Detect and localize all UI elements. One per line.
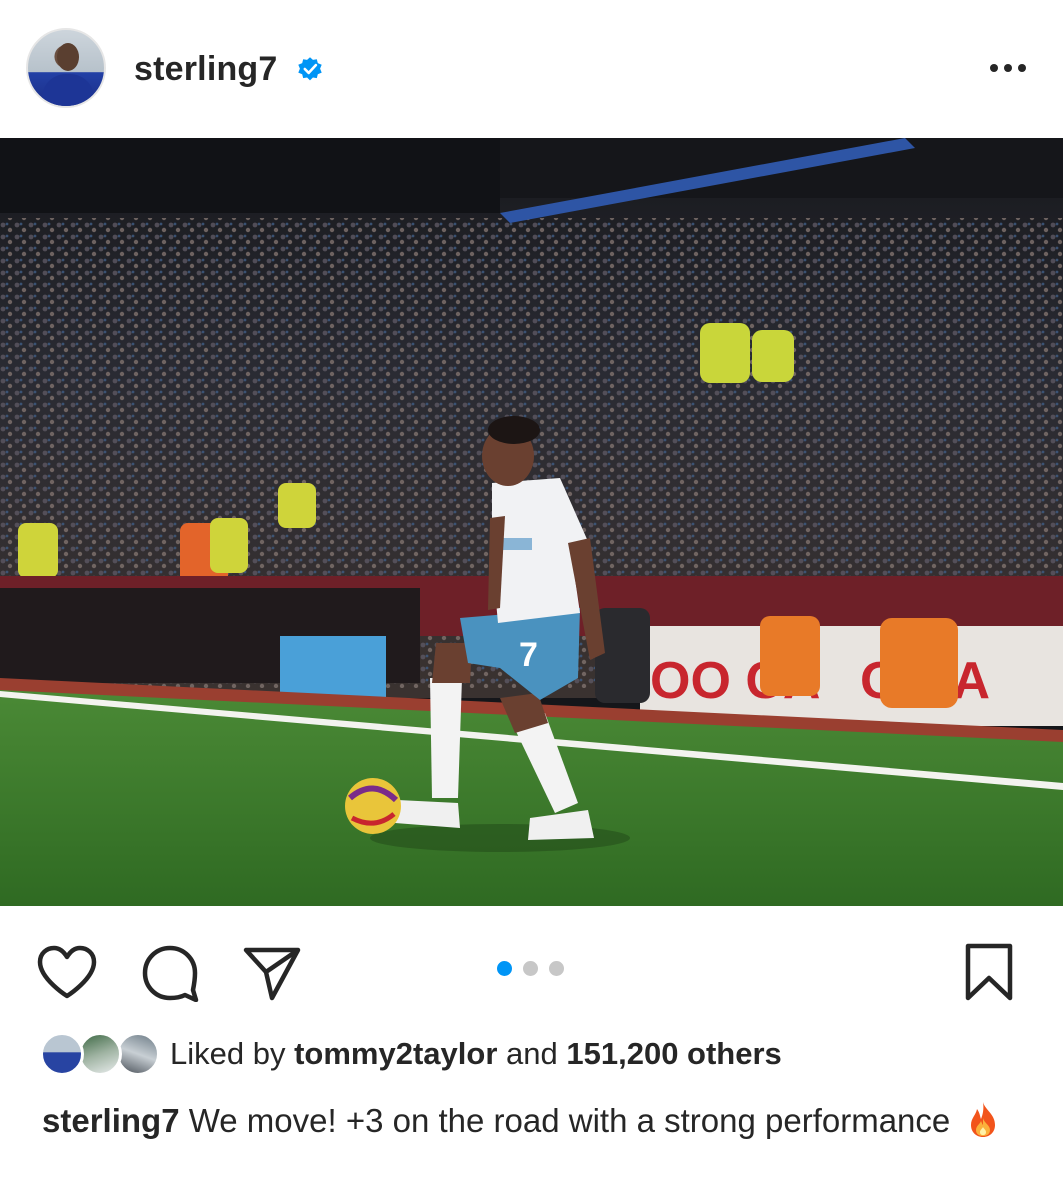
liker-avatar-2[interactable]	[78, 1032, 122, 1076]
likes-prefix: Liked by	[170, 1036, 286, 1071]
username-link[interactable]: sterling7	[134, 50, 278, 89]
football-player-photo: OO CA O CA 7	[0, 138, 1063, 906]
shorts-number: 7	[519, 636, 538, 674]
caption-username-link[interactable]: sterling7	[42, 1102, 180, 1139]
bookmark-outline-icon[interactable]	[964, 942, 1014, 1002]
likes-text: Liked by tommy2taylor and 151,200 others	[170, 1036, 782, 1072]
carousel-dot-1[interactable]	[497, 961, 512, 976]
liked-by-user-link[interactable]: tommy2taylor	[294, 1036, 497, 1071]
instagram-post: sterling7 OO CA 7 Liked by tommy2taylor …	[0, 0, 1063, 1200]
carousel-dot-3[interactable]	[549, 961, 564, 976]
carousel-dot-2[interactable]	[523, 961, 538, 976]
verified-badge-icon	[298, 57, 322, 81]
post-actions	[0, 906, 1063, 1026]
liker-avatar-3[interactable]	[116, 1032, 160, 1076]
post-caption: sterling7 We move! +3 on the road with a…	[42, 1100, 1022, 1142]
carousel-indicator	[497, 961, 569, 977]
post-photo[interactable]: OO CA O CA 7	[0, 138, 1063, 906]
caption-text: We move! +3 on the road with a strong pe…	[188, 1102, 951, 1139]
liker-avatar-1[interactable]	[40, 1032, 84, 1076]
avatar-head	[57, 43, 79, 71]
likes-conjunction: and	[506, 1036, 558, 1071]
comment-bubble-icon[interactable]	[141, 944, 199, 1002]
fire-emoji-icon	[971, 1102, 996, 1137]
heart-outline-icon[interactable]	[36, 944, 98, 1002]
likes-count-link[interactable]: 151,200 others	[566, 1036, 781, 1071]
post-header: sterling7	[0, 0, 1063, 138]
avatar[interactable]	[26, 28, 106, 108]
more-horizontal-icon[interactable]	[988, 58, 1028, 78]
likes-row: Liked by tommy2taylor and 151,200 others	[40, 1032, 1040, 1080]
avatar-body	[42, 74, 94, 106]
paper-plane-icon[interactable]	[242, 944, 302, 1002]
